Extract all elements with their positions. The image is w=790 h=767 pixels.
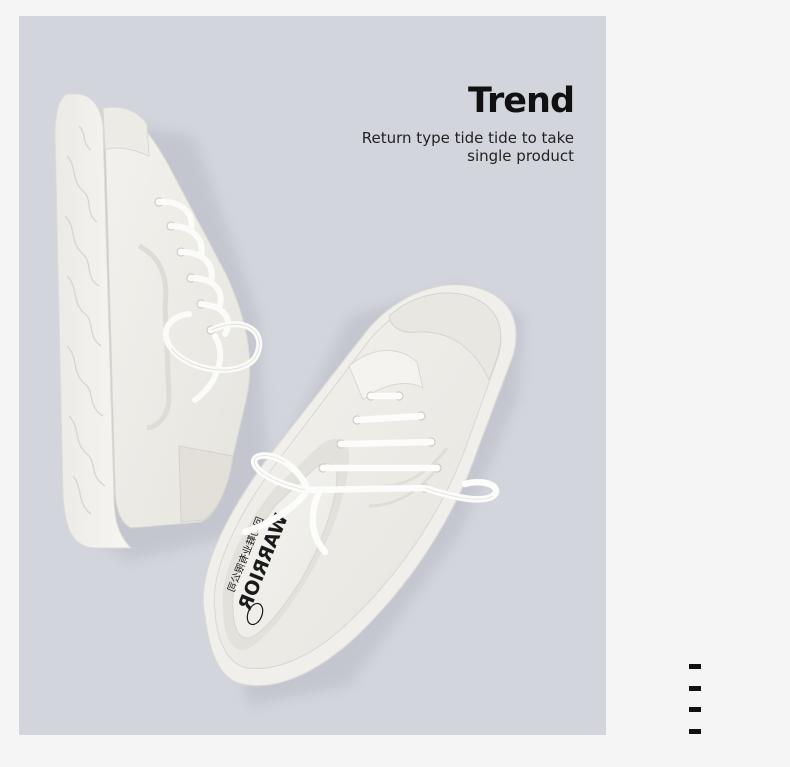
dash-mark xyxy=(689,707,701,712)
caption-subtitle-line1: Return type tide tide to take xyxy=(361,129,574,147)
caption-block: Trend Return type tide tide to take sing… xyxy=(362,81,575,165)
left-shoe-toe-cap xyxy=(102,106,150,157)
caption-subtitle-line2: single product xyxy=(467,147,574,165)
product-page: WARRIOR 回力鞋业有限公司 Trend Return type tide … xyxy=(0,0,790,767)
left-shoe xyxy=(54,93,263,549)
dash-mark xyxy=(689,686,701,691)
caption-subtitle: Return type tide tide to take single pro… xyxy=(362,129,574,165)
sneaker-photo: WARRIOR 回力鞋业有限公司 Trend Return type tide … xyxy=(19,16,606,735)
dash-mark xyxy=(689,729,701,734)
dash-marks xyxy=(689,660,703,740)
dash-mark xyxy=(689,664,701,669)
caption-title: Trend xyxy=(468,81,575,121)
